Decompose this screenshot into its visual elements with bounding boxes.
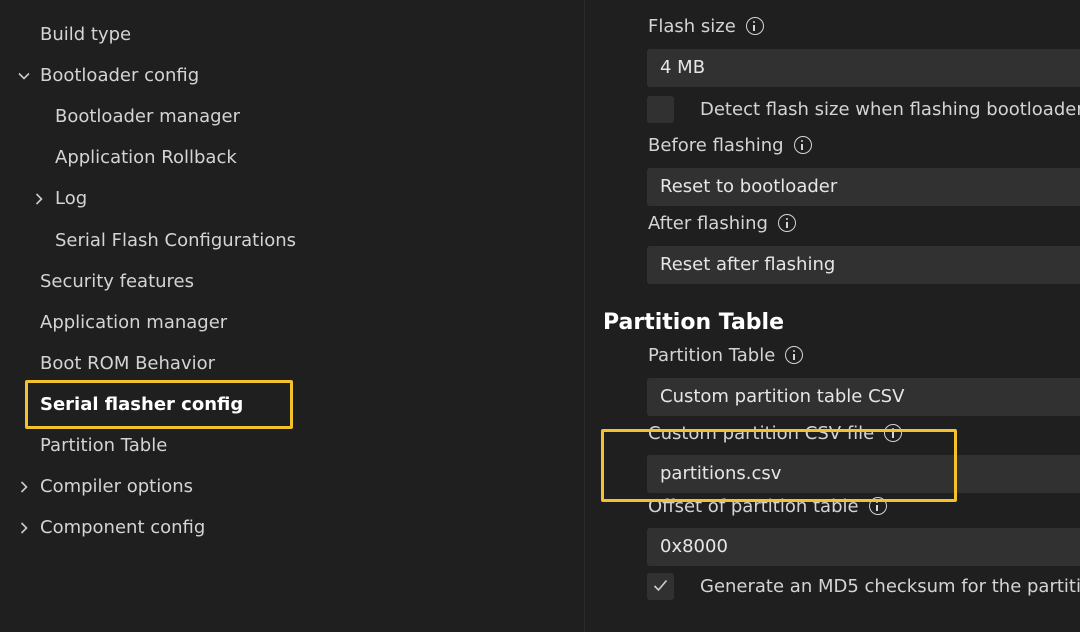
after-flashing-label: After flashing — [648, 210, 796, 238]
offset-value: 0x8000 — [660, 536, 728, 557]
sidebar-item-security-features[interactable]: Security features — [40, 267, 194, 297]
sidebar-item-compiler-options[interactable]: Compiler options — [20, 472, 194, 502]
sidebar-item-label: Application manager — [40, 312, 228, 333]
flash-size-dropdown[interactable]: 4 MB — [647, 49, 1080, 87]
sidebar-item-label: Partition Table — [40, 435, 168, 456]
sidebar-item-label: Serial Flash Configurations — [55, 230, 296, 251]
sidebar-item-bootloader-config[interactable]: Bootloader config — [18, 61, 200, 91]
checkmark-icon — [653, 579, 668, 592]
sidebar-item-label: Component config — [40, 517, 206, 538]
md5-checksum-checkbox[interactable] — [647, 573, 674, 600]
sidebar-item-build-type[interactable]: Build type — [40, 20, 131, 50]
partition-table-value: Custom partition table CSV — [660, 386, 905, 407]
sidebar-item-label: Bootloader config — [40, 65, 200, 86]
flash-size-label-text: Flash size — [648, 16, 736, 37]
section-title-partition-table: Partition Table — [603, 310, 785, 335]
before-flashing-label-text: Before flashing — [648, 135, 784, 156]
info-icon[interactable] — [745, 17, 764, 35]
info-icon[interactable] — [868, 497, 887, 515]
before-flashing-dropdown[interactable]: Reset to bootloader — [647, 168, 1080, 206]
detect-flash-size-text: Detect flash size when flashing bootload… — [700, 99, 1080, 120]
sidebar-item-label: Bootloader manager — [55, 106, 241, 127]
offset-input[interactable]: 0x8000 — [647, 528, 1080, 566]
sidebar-item-serial-flasher-config[interactable]: Serial flasher config — [40, 390, 243, 420]
flash-size-label: Flash size — [648, 13, 764, 41]
sidebar-item-label: Build type — [40, 24, 132, 45]
md5-checksum-label: Generate an MD5 checksum for the partiti… — [700, 576, 1080, 597]
custom-csv-value: partitions.csv — [660, 463, 782, 484]
detect-flash-size-checkbox[interactable] — [647, 96, 674, 123]
sidebar-item-label: Log — [55, 188, 88, 209]
detect-flash-size-label: Detect flash size when flashing bootload… — [700, 96, 1080, 124]
partition-table-dropdown[interactable]: Custom partition table CSV — [647, 378, 1080, 416]
offset-label-text: Offset of partition table — [648, 496, 859, 517]
info-icon[interactable] — [884, 424, 903, 442]
chevron-down-icon[interactable] — [14, 61, 34, 91]
sidebar-item-application-manager[interactable]: Application manager — [40, 308, 227, 338]
flash-size-value: 4 MB — [660, 57, 706, 78]
sidebar-tree: Build type Bootloader config Bootloader … — [0, 0, 584, 632]
sidebar-item-boot-rom-behavior[interactable]: Boot ROM Behavior — [40, 349, 215, 379]
after-flashing-label-text: After flashing — [648, 213, 768, 234]
after-flashing-value: Reset after flashing — [660, 254, 836, 275]
partition-table-label-text: Partition Table — [648, 345, 776, 366]
partition-table-label: Partition Table — [648, 342, 804, 370]
settings-panel: Flash size 4 MB Detect flash size when f… — [585, 0, 1080, 632]
sidebar-item-component-config[interactable]: Component config — [20, 513, 206, 543]
custom-csv-label-text: Custom partition CSV file — [648, 423, 875, 444]
before-flashing-value: Reset to bootloader — [660, 176, 838, 197]
chevron-right-icon[interactable] — [29, 184, 49, 214]
custom-csv-label: Custom partition CSV file — [648, 420, 903, 448]
sidebar-item-label: Security features — [40, 271, 195, 292]
before-flashing-label: Before flashing — [648, 132, 812, 160]
sidebar-item-partition-table[interactable]: Partition Table — [40, 431, 167, 461]
settings-window: Build type Bootloader config Bootloader … — [0, 0, 1080, 632]
sidebar-item-label: Application Rollback — [55, 147, 237, 168]
chevron-right-icon[interactable] — [14, 472, 34, 502]
sidebar-item-label: Serial flasher config — [40, 394, 244, 415]
sidebar-item-serial-flash-configurations[interactable]: Serial Flash Configurations — [55, 226, 296, 256]
info-icon[interactable] — [777, 214, 796, 232]
offset-label: Offset of partition table — [648, 493, 887, 521]
info-icon[interactable] — [793, 136, 812, 154]
custom-csv-input[interactable]: partitions.csv — [647, 455, 1080, 493]
sidebar-item-log[interactable]: Log — [35, 184, 88, 214]
sidebar-item-application-rollback[interactable]: Application Rollback — [55, 143, 237, 173]
sidebar-item-bootloader-manager[interactable]: Bootloader manager — [55, 102, 240, 132]
chevron-right-icon[interactable] — [14, 513, 34, 543]
sidebar-item-label: Boot ROM Behavior — [40, 353, 216, 374]
info-icon[interactable] — [785, 346, 804, 364]
sidebar-item-label: Compiler options — [40, 476, 194, 497]
after-flashing-dropdown[interactable]: Reset after flashing — [647, 246, 1080, 284]
